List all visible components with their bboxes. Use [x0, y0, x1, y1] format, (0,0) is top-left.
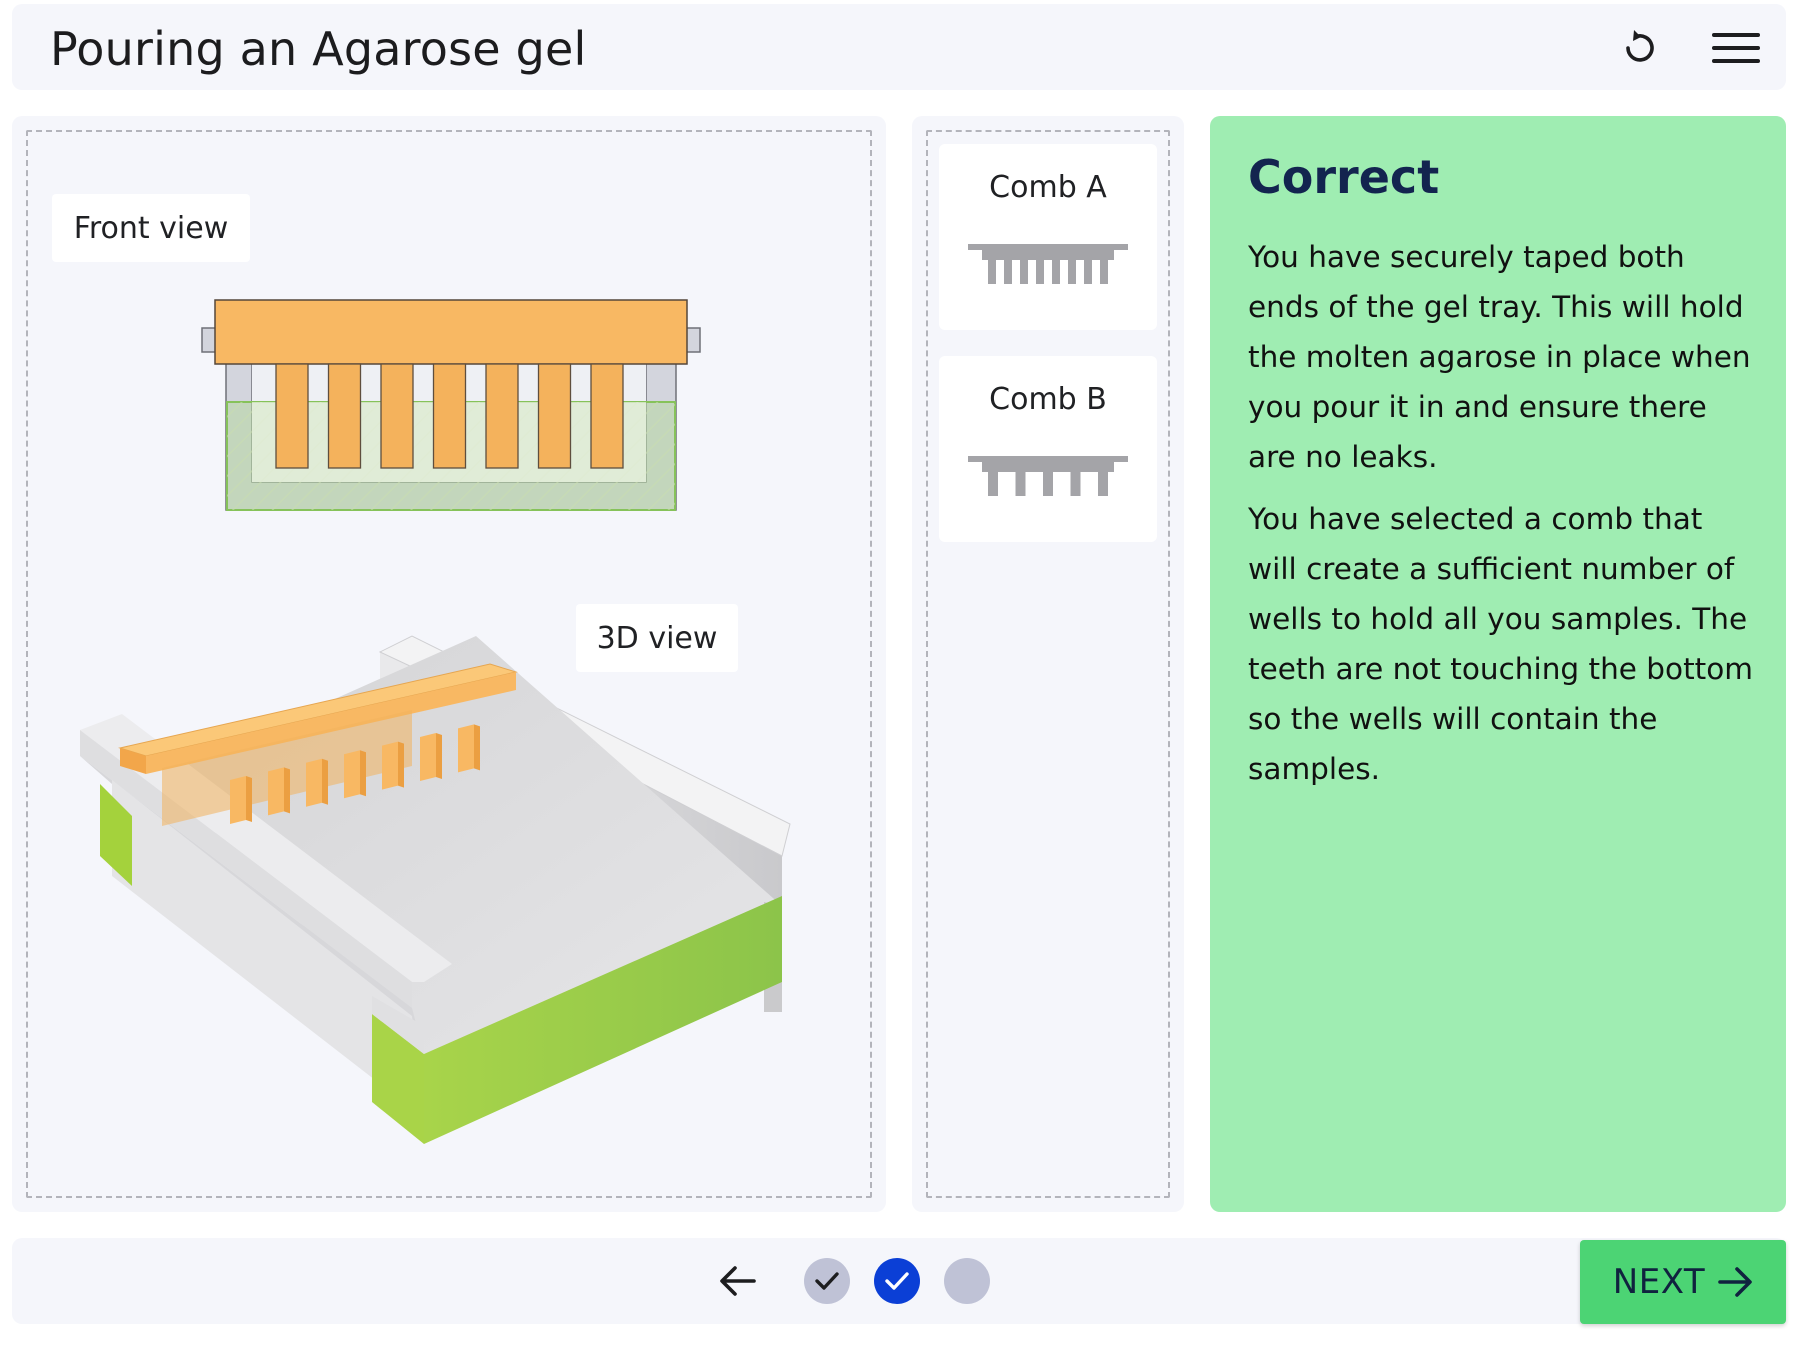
comb-tooth-3d: [230, 776, 246, 824]
check-icon: [885, 1272, 909, 1290]
comb-tooth: [1004, 260, 1012, 284]
comb-tooth-3d: [268, 767, 284, 816]
comb-tooth: [1100, 260, 1108, 284]
comb-tray: Comb A Comb B: [912, 116, 1184, 1212]
next-button[interactable]: NEXT: [1580, 1240, 1786, 1324]
comb-tooth: [1052, 260, 1060, 284]
step-indicator-3[interactable]: [944, 1258, 990, 1304]
feedback-paragraph: You have securely taped both ends of the…: [1248, 240, 1751, 474]
comb-bar: [968, 244, 1128, 250]
comb-tooth-3d-side: [246, 776, 252, 822]
hamburger-menu-icon: [1712, 33, 1760, 63]
comb-tooth-3d-side: [436, 733, 442, 779]
feedback-panel: Correct You have securely taped both end…: [1210, 116, 1786, 1212]
comb-tooth-3d: [382, 741, 398, 790]
3d-view-diagram: [80, 635, 791, 1144]
reset-button[interactable]: [1608, 18, 1668, 78]
page-title: Pouring an Agarose gel: [50, 22, 587, 76]
comb-tooth: [1020, 260, 1028, 284]
comb-tooth-3d-side: [322, 758, 328, 805]
comb-b-icon: [968, 456, 1128, 496]
comb-tooth: [1036, 260, 1044, 284]
reset-icon: [1626, 30, 1654, 62]
comb-a-label: Comb A: [989, 170, 1107, 205]
comb-tooth: [1070, 472, 1081, 496]
comb-bar: [982, 250, 1114, 260]
comb-tooth-3d-side: [360, 750, 366, 797]
comb-tooth: [1098, 472, 1108, 496]
comb-tooth: [1068, 260, 1076, 284]
feedback-heading: Correct: [1248, 150, 1440, 204]
comb-a-icon: [968, 244, 1128, 284]
menu-button[interactable]: [1706, 18, 1766, 78]
comb-a-card[interactable]: Comb A: [939, 144, 1157, 330]
comb-b-card[interactable]: Comb B: [939, 356, 1157, 542]
comb-tooth-3d: [306, 758, 322, 807]
comb-tooth: [988, 472, 998, 496]
comb-tooth-3d-side: [284, 767, 290, 814]
comb-tooth-3d-side: [474, 724, 480, 771]
comb-tooth: [1084, 260, 1092, 284]
comb-tooth: [988, 260, 996, 284]
comb-tooth-3d-side: [398, 741, 404, 788]
feedback-paragraph: You have selected a comb that will creat…: [1248, 502, 1753, 786]
gel-tray-3d: [80, 635, 791, 1144]
comb-bar: [982, 462, 1114, 472]
footer-bar: NEXT: [12, 1238, 1786, 1324]
arrow-left-icon: [720, 1266, 756, 1296]
step-indicator-2[interactable]: [874, 1258, 920, 1304]
comb-b-label: Comb B: [989, 382, 1107, 417]
comb-tooth-3d: [458, 724, 474, 773]
next-button-label: NEXT: [1612, 1262, 1706, 1302]
gel-workspace: Front view 3D view: [12, 116, 886, 1212]
step-indicator-1[interactable]: [804, 1258, 850, 1304]
arrow-right-icon: [1718, 1267, 1752, 1297]
check-icon: [815, 1272, 839, 1290]
comb-tooth: [1015, 472, 1026, 496]
back-button[interactable]: [712, 1256, 764, 1306]
comb-tooth-3d: [420, 733, 436, 781]
header-bar: Pouring an Agarose gel: [12, 4, 1786, 90]
comb-tooth: [1043, 472, 1053, 496]
comb-bar: [968, 456, 1128, 462]
comb-tooth-3d: [344, 750, 360, 799]
